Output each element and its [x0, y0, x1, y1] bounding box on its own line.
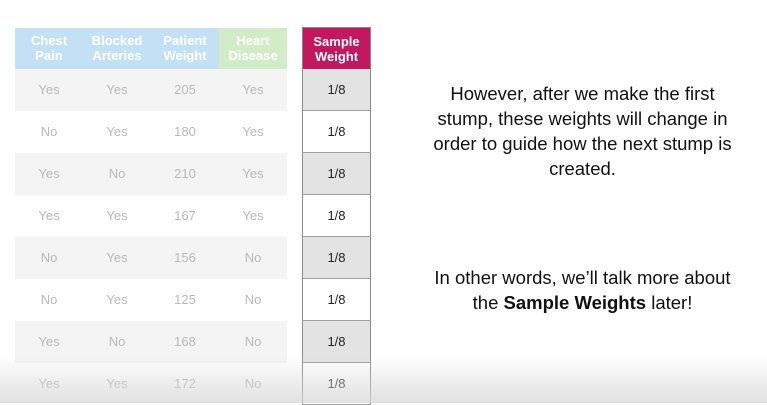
header-line: Heart	[236, 33, 270, 49]
header-blocked-arteries: Blocked Arteries	[83, 27, 151, 69]
sample-weights-emphasis: Sample Weights	[503, 292, 647, 313]
cell-patient-weight: 172	[151, 362, 219, 405]
table-row: No Yes 180 Yes 1/8	[15, 110, 371, 153]
cell-blocked-arteries: No	[83, 320, 151, 363]
header-line: Blocked	[91, 33, 143, 49]
header-line: Sample	[313, 33, 360, 49]
column-gap	[287, 69, 303, 111]
cell-blocked-arteries: Yes	[83, 236, 151, 279]
cell-sample-weight: 1/8	[302, 69, 371, 111]
cell-chest-pain: No	[15, 278, 83, 321]
cell-sample-weight: 1/8	[302, 278, 371, 321]
cell-patient-weight: 167	[151, 194, 219, 237]
column-gap	[287, 111, 303, 153]
header-line: Weight	[163, 48, 207, 64]
cell-chest-pain: Yes	[15, 69, 83, 111]
column-gap	[287, 237, 303, 279]
table-row: Yes Yes 167 Yes 1/8	[15, 194, 371, 237]
cell-patient-weight: 168	[151, 320, 219, 363]
header-patient-weight: Patient Weight	[151, 27, 219, 69]
table-row: Yes Yes 205 Yes 1/8	[15, 69, 371, 111]
column-gap	[287, 363, 303, 405]
cell-heart-disease: No	[219, 278, 287, 321]
cell-heart-disease: Yes	[219, 194, 287, 237]
table-row: No Yes 156 No 1/8	[15, 236, 371, 279]
cell-blocked-arteries: Yes	[83, 69, 151, 111]
closing-paragraph: In other words, we’ll talk more about th…	[430, 265, 735, 315]
cell-chest-pain: No	[15, 236, 83, 279]
cell-chest-pain: Yes	[15, 194, 83, 237]
header-line: Chest	[30, 33, 68, 49]
cell-patient-weight: 156	[151, 236, 219, 279]
column-gap	[287, 279, 303, 321]
slide: Chest Pain Blocked Arteries Patient Weight …	[0, 0, 767, 405]
cell-chest-pain: Yes	[15, 152, 83, 195]
cell-sample-weight: 1/8	[302, 110, 371, 153]
header-line: Disease	[228, 48, 278, 64]
cell-heart-disease: No	[219, 236, 287, 279]
cell-heart-disease: Yes	[219, 110, 287, 153]
cell-sample-weight: 1/8	[302, 362, 371, 405]
header-sample-weight: Sample Weight	[302, 27, 371, 69]
cell-heart-disease: Yes	[219, 69, 287, 111]
header-chest-pain: Chest Pain	[15, 27, 83, 69]
sample-weights-table: Chest Pain Blocked Arteries Patient Weight …	[15, 27, 371, 405]
cell-sample-weight: 1/8	[302, 236, 371, 279]
cell-chest-pain: Yes	[15, 320, 83, 363]
cell-sample-weight: 1/8	[302, 194, 371, 237]
cell-sample-weight: 1/8	[302, 152, 371, 195]
table-row: Yes No 210 Yes 1/8	[15, 152, 371, 195]
table-header-row: Chest Pain Blocked Arteries Patient Weight …	[15, 27, 371, 70]
header-heart-disease: Heart Disease	[219, 27, 287, 69]
column-gap	[287, 153, 303, 195]
cell-blocked-arteries: Yes	[83, 362, 151, 405]
cell-patient-weight: 180	[151, 110, 219, 153]
cell-chest-pain: No	[15, 110, 83, 153]
explanation-paragraph: However, after we make the first stump, …	[433, 83, 732, 179]
table-row: Yes No 168 No 1/8	[15, 320, 371, 363]
cell-chest-pain: Yes	[15, 362, 83, 405]
header-line: Arteries	[92, 48, 142, 64]
cell-blocked-arteries: Yes	[83, 278, 151, 321]
closing-text-end: later!	[646, 292, 693, 313]
cell-patient-weight: 125	[151, 278, 219, 321]
header-line: Weight	[314, 48, 359, 64]
cell-heart-disease: Yes	[219, 152, 287, 195]
cell-heart-disease: No	[219, 362, 287, 405]
table-row: No Yes 125 No 1/8	[15, 278, 371, 321]
cell-patient-weight: 205	[151, 69, 219, 111]
column-gap	[287, 321, 303, 363]
cell-blocked-arteries: Yes	[83, 110, 151, 153]
cell-blocked-arteries: No	[83, 152, 151, 195]
header-line: Pain	[35, 48, 63, 64]
column-gap	[287, 28, 303, 70]
cell-blocked-arteries: Yes	[83, 194, 151, 237]
cell-sample-weight: 1/8	[302, 320, 371, 363]
table-row: Yes Yes 172 No 1/8	[15, 362, 371, 405]
column-gap	[287, 195, 303, 237]
cell-patient-weight: 210	[151, 152, 219, 195]
cell-heart-disease: No	[219, 320, 287, 363]
header-line: Patient	[163, 33, 207, 49]
